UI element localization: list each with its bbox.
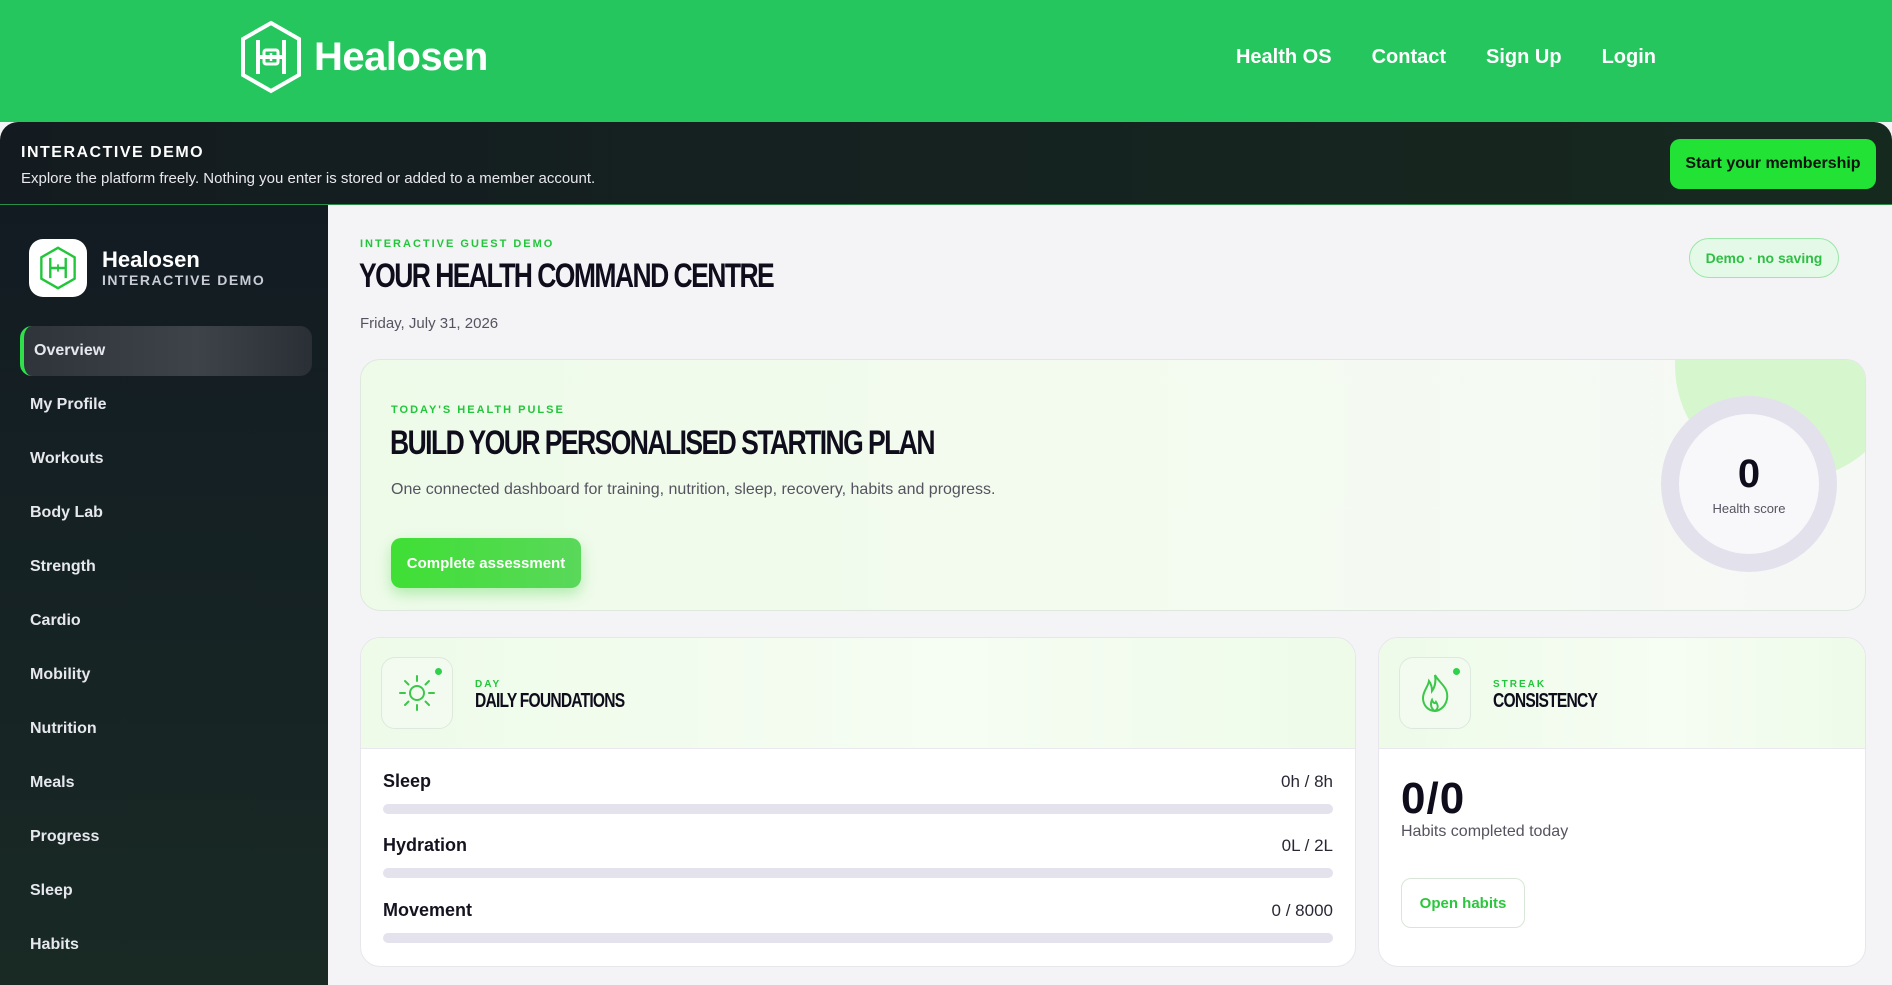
sidebar-item-overview[interactable]: Overview — [20, 326, 312, 376]
open-habits-button[interactable]: Open habits — [1401, 878, 1525, 928]
start-membership-button[interactable]: Start your membership — [1670, 139, 1876, 189]
sidebar-item-habits[interactable]: Habits — [20, 920, 312, 970]
health-score-value: 0 — [1737, 452, 1761, 496]
flame-icon — [1399, 657, 1471, 729]
sidebar-item-mobility[interactable]: Mobility — [20, 650, 312, 700]
consistency-card: STREAK CONSISTENCY 0/0 Habits completed … — [1378, 637, 1866, 967]
sidebar-item-nutrition[interactable]: Nutrition — [20, 704, 312, 754]
sidebar-brand: Healosen INTERACTIVE DEMO — [29, 239, 265, 297]
sidebar-item-meals[interactable]: Meals — [20, 758, 312, 808]
top-nav-links: Health OS Contact Sign Up Login — [1236, 46, 1656, 69]
nav-link-health-os[interactable]: Health OS — [1236, 46, 1332, 69]
page-eyebrow: INTERACTIVE GUEST DEMO — [360, 238, 555, 250]
metric-value: 0L / 2L — [1281, 835, 1333, 855]
sidebar-item-cardio[interactable]: Cardio — [20, 596, 312, 646]
sun-icon — [381, 657, 453, 729]
banner-subtitle: Explore the platform freely. Nothing you… — [21, 170, 596, 187]
metric-name: Sleep — [383, 771, 432, 791]
metric-value: 0h / 8h — [1281, 771, 1333, 791]
nav-link-login[interactable]: Login — [1602, 46, 1656, 69]
sidebar: Healosen INTERACTIVE DEMO Overview My Pr… — [0, 205, 328, 985]
metric-value: 0 / 8000 — [1271, 900, 1333, 920]
banner-title: INTERACTIVE DEMO — [21, 144, 205, 161]
demo-banner: INTERACTIVE DEMO Explore the platform fr… — [0, 122, 1892, 205]
top-navbar: Healosen Health OS Contact Sign Up Login — [0, 0, 1892, 122]
page-date: Friday, July 31, 2026 — [360, 315, 499, 332]
consistency-title: CONSISTENCY — [1493, 690, 1598, 712]
demo-status-badge: Demo · no saving — [1689, 238, 1839, 278]
sidebar-item-workouts[interactable]: Workouts — [20, 434, 312, 484]
metric-movement: Movement 0 / 8000 — [383, 900, 1333, 943]
metric-name: Movement — [383, 900, 473, 920]
main-content: INTERACTIVE GUEST DEMO YOUR HEALTH COMMA… — [328, 205, 1892, 985]
sidebar-brand-name: Healosen — [102, 247, 200, 272]
progress-bar — [383, 868, 1333, 878]
page-title: YOUR HEALTH COMMAND CENTRE — [359, 257, 775, 295]
health-score-ring: 0 Health score — [1661, 396, 1837, 572]
healosen-logo-icon — [241, 20, 301, 94]
progress-bar — [383, 933, 1333, 943]
sidebar-item-my-profile[interactable]: My Profile — [20, 380, 312, 430]
brand-logo-link[interactable]: Healosen — [238, 20, 488, 94]
health-pulse-card: TODAY'S HEALTH PULSE BUILD YOUR PERSONAL… — [360, 359, 1866, 611]
pulse-title: BUILD YOUR PERSONALISED STARTING PLAN — [390, 424, 935, 462]
sidebar-logo-icon — [29, 239, 87, 297]
foundations-title: DAILY FOUNDATIONS — [475, 690, 625, 712]
sidebar-item-body-lab[interactable]: Body Lab — [20, 488, 312, 538]
sidebar-nav: Overview My Profile Workouts Body Lab St… — [20, 326, 312, 974]
metric-name: Hydration — [383, 835, 468, 855]
sidebar-item-sleep[interactable]: Sleep — [20, 866, 312, 916]
complete-assessment-button[interactable]: Complete assessment — [391, 538, 581, 588]
nav-link-contact[interactable]: Contact — [1372, 46, 1446, 69]
habits-label: Habits completed today — [1401, 823, 1569, 840]
foundations-eyebrow: DAY — [475, 679, 502, 690]
daily-foundations-card: DAY DAILY FOUNDATIONS Sleep 0h / 8h Hydr… — [360, 637, 1356, 967]
metric-hydration: Hydration 0L / 2L — [383, 835, 1333, 878]
sidebar-brand-subtitle: INTERACTIVE DEMO — [102, 272, 266, 288]
sidebar-item-strength[interactable]: Strength — [20, 542, 312, 592]
health-score-label: Health score — [1712, 501, 1786, 516]
nav-link-sign-up[interactable]: Sign Up — [1486, 46, 1562, 69]
pulse-description: One connected dashboard for training, nu… — [391, 481, 996, 498]
pulse-eyebrow: TODAY'S HEALTH PULSE — [391, 404, 565, 416]
progress-bar — [383, 804, 1333, 814]
consistency-eyebrow: STREAK — [1493, 679, 1547, 690]
sidebar-item-progress[interactable]: Progress — [20, 812, 312, 862]
brand-name: Healosen — [314, 34, 488, 79]
habits-count: 0/0 — [1401, 774, 1466, 823]
metric-sleep: Sleep 0h / 8h — [383, 771, 1333, 814]
